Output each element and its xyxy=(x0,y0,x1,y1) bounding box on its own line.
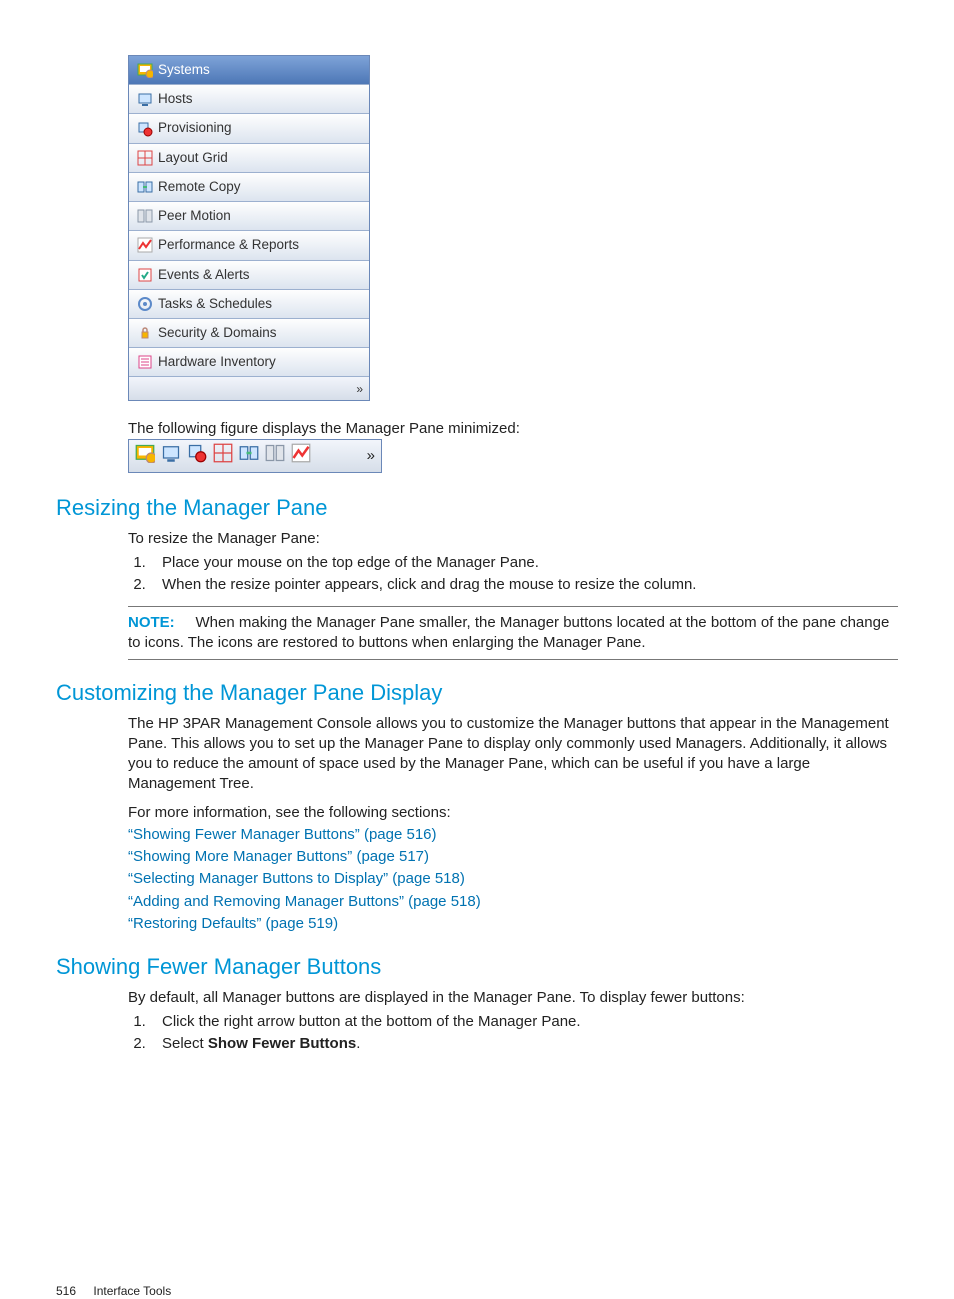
nav-item-layout-grid[interactable]: Layout Grid xyxy=(129,144,369,173)
xref-link-3[interactable]: “Adding and Removing Manager Buttons” (p… xyxy=(128,893,481,910)
heading-resizing: Resizing the Manager Pane xyxy=(56,493,898,523)
nav-item-systems[interactable]: Systems xyxy=(129,56,369,85)
layout-grid-icon xyxy=(137,150,153,166)
nav-item-label: Security & Domains xyxy=(158,324,277,342)
nav-item-label: Events & Alerts xyxy=(158,266,250,284)
peer-motion-icon xyxy=(137,208,153,224)
fewer-intro: By default, all Manager buttons are disp… xyxy=(128,988,898,1008)
provisioning-icon xyxy=(187,443,207,463)
performance-icon xyxy=(291,443,311,463)
tasks-icon xyxy=(137,296,153,312)
security-icon xyxy=(137,325,153,341)
performance-icon xyxy=(137,237,153,253)
note-label: NOTE: xyxy=(128,614,175,631)
nav-item-peer-motion[interactable]: Peer Motion xyxy=(129,202,369,231)
nav-item-label: Hosts xyxy=(158,90,193,108)
mini-expand-button[interactable]: » xyxy=(367,446,375,466)
resizing-intro: To resize the Manager Pane: xyxy=(128,529,898,549)
nav-item-label: Performance & Reports xyxy=(158,236,299,254)
resizing-steps: Place your mouse on the top edge of the … xyxy=(150,553,898,596)
nav-item-security[interactable]: Security & Domains xyxy=(129,319,369,348)
provisioning-icon xyxy=(137,121,153,137)
chapter-title: Interface Tools xyxy=(93,1284,171,1298)
manager-pane-expanded: Systems Hosts Provisioning Layout Grid Remot… xyxy=(128,55,370,401)
nav-item-remote-copy[interactable]: Remote Copy xyxy=(129,173,369,202)
hosts-icon xyxy=(137,91,153,107)
xref-link-0[interactable]: “Showing Fewer Manager Buttons” (page 51… xyxy=(128,826,437,843)
nav-item-label: Provisioning xyxy=(158,119,232,137)
nav-item-events[interactable]: Events & Alerts xyxy=(129,261,369,290)
nav-item-label: Systems xyxy=(158,61,210,79)
resizing-step-2: When the resize pointer appears, click a… xyxy=(150,575,898,595)
fewer-step-1: Click the right arrow button at the bott… xyxy=(150,1012,898,1032)
note-box: NOTE: When making the Manager Pane small… xyxy=(128,606,898,661)
nav-item-provisioning[interactable]: Provisioning xyxy=(129,114,369,143)
mini-icon-layout-grid[interactable] xyxy=(213,443,233,469)
caption-minimized: The following figure displays the Manage… xyxy=(128,419,898,439)
nav-item-label: Peer Motion xyxy=(158,207,231,225)
heading-customizing: Customizing the Manager Pane Display xyxy=(56,678,898,708)
systems-icon xyxy=(137,62,153,78)
layout-grid-icon xyxy=(213,443,233,463)
xref-link-1[interactable]: “Showing More Manager Buttons” (page 517… xyxy=(128,848,429,865)
mini-icon-peer-motion[interactable] xyxy=(265,443,285,469)
nav-item-hosts[interactable]: Hosts xyxy=(129,85,369,114)
nav-item-tasks[interactable]: Tasks & Schedules xyxy=(129,290,369,319)
resizing-step-1: Place your mouse on the top edge of the … xyxy=(150,553,898,573)
mini-icon-systems[interactable] xyxy=(135,443,155,469)
fewer-steps: Click the right arrow button at the bott… xyxy=(150,1012,898,1055)
hardware-icon xyxy=(137,354,153,370)
remote-copy-icon xyxy=(239,443,259,463)
fewer-step-2: Select Show Fewer Buttons. xyxy=(150,1034,898,1054)
customizing-more-info: For more information, see the following … xyxy=(128,803,898,823)
nav-item-label: Layout Grid xyxy=(158,149,228,167)
page-footer: 516 Interface Tools xyxy=(56,1283,171,1299)
manager-pane-minimized: » xyxy=(128,439,382,473)
xref-link-4[interactable]: “Restoring Defaults” (page 519) xyxy=(128,915,338,932)
systems-icon xyxy=(135,443,155,463)
hosts-icon xyxy=(161,443,181,463)
events-icon xyxy=(137,267,153,283)
page-number: 516 xyxy=(56,1284,76,1298)
nav-item-performance[interactable]: Performance & Reports xyxy=(129,231,369,260)
nav-expand-button[interactable]: » xyxy=(129,377,369,399)
xref-link-2[interactable]: “Selecting Manager Buttons to Display” (… xyxy=(128,870,465,887)
mini-icon-hosts[interactable] xyxy=(161,443,181,469)
nav-item-label: Hardware Inventory xyxy=(158,353,276,371)
nav-item-label: Tasks & Schedules xyxy=(158,295,272,313)
remote-copy-icon xyxy=(137,179,153,195)
mini-icon-provisioning[interactable] xyxy=(187,443,207,469)
customizing-para: The HP 3PAR Management Console allows yo… xyxy=(128,714,898,795)
note-text: When making the Manager Pane smaller, th… xyxy=(128,614,889,651)
heading-fewer: Showing Fewer Manager Buttons xyxy=(56,952,898,982)
mini-icon-performance[interactable] xyxy=(291,443,311,469)
mini-icon-remote-copy[interactable] xyxy=(239,443,259,469)
peer-motion-icon xyxy=(265,443,285,463)
nav-item-label: Remote Copy xyxy=(158,178,241,196)
nav-item-hardware[interactable]: Hardware Inventory xyxy=(129,348,369,377)
